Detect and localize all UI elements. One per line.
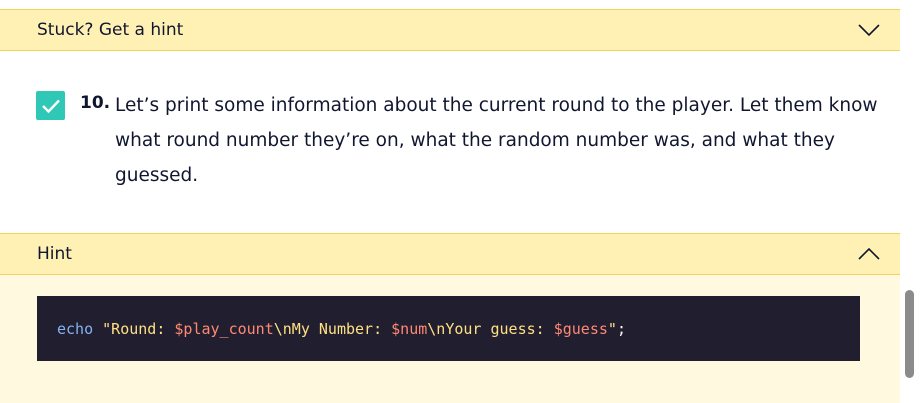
code-variable: $guess: [553, 319, 608, 338]
stuck-hint-label: Stuck? Get a hint: [37, 20, 184, 40]
task-description: Let’s print some information about the c…: [115, 95, 878, 186]
hint-label: Hint: [37, 244, 72, 264]
task-item: 10. Let’s print some information about t…: [0, 51, 900, 233]
hint-body: echo "Round: $play_count \nMy Number: $nu…: [0, 275, 900, 403]
task-checkbox[interactable]: [36, 91, 65, 120]
code-variable: $play_count: [174, 319, 274, 338]
chevron-up-icon: [858, 247, 880, 260]
code-string: "Round:: [102, 319, 175, 338]
code-string: \nMy Number:: [273, 319, 392, 338]
code-block[interactable]: echo "Round: $play_count \nMy Number: $nu…: [37, 296, 860, 361]
code-semicolon: ;: [616, 319, 626, 338]
code-string: ": [607, 319, 617, 338]
chevron-down-icon: [858, 24, 880, 37]
task-number: 10.: [80, 93, 111, 113]
stuck-hint-toggle[interactable]: Stuck? Get a hint: [0, 9, 900, 51]
hint-toggle[interactable]: Hint: [0, 233, 900, 275]
top-strip: [0, 0, 900, 9]
code-string: \nYour guess:: [427, 319, 554, 338]
scrollbar[interactable]: [900, 0, 921, 403]
checkmark-icon: [41, 99, 60, 113]
scrollbar-thumb[interactable]: [905, 290, 914, 378]
code-keyword: echo: [57, 319, 94, 338]
code-variable: $num: [391, 319, 428, 338]
